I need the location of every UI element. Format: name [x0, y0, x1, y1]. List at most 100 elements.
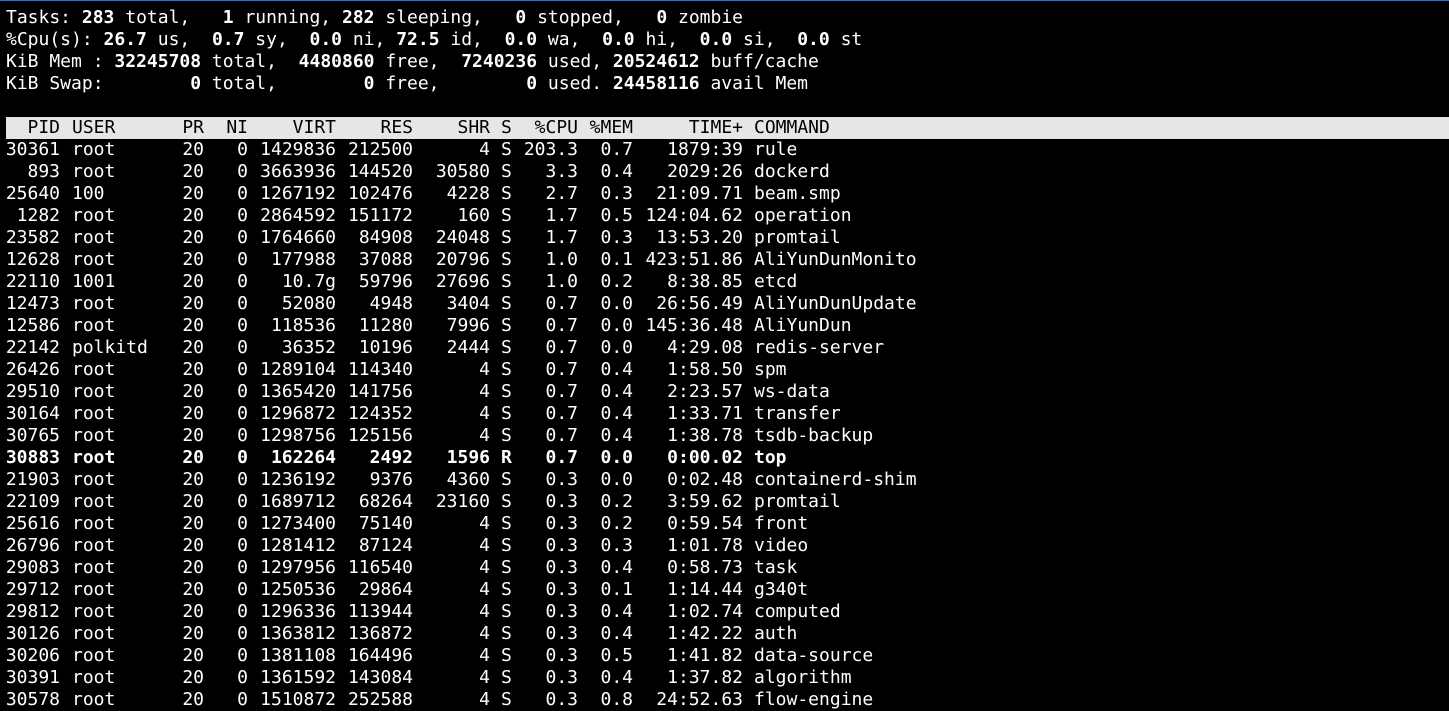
- process-shr: 4228: [446, 183, 490, 204]
- process-time: 1:01.78: [667, 535, 743, 556]
- process-time: 0:58.73: [667, 557, 743, 578]
- process-row[interactable]: 29712 root 20 0 1250536 29864 4 S 0.3 0.1 1:14.44 g…: [0, 579, 1449, 601]
- process-cpu: 0.7: [545, 447, 578, 468]
- process-cpu: 0.3: [545, 601, 578, 622]
- process-row[interactable]: 30391 root 20 0 1361592 143084 4 S 0.3 0.4 1:37.82…: [0, 667, 1449, 689]
- process-row[interactable]: 22110 1001 20 0 10.7g 59796 27696 S 1.0 0.2 8:38.8…: [0, 271, 1449, 293]
- process-res: 37088: [358, 249, 413, 270]
- process-shr: 4: [479, 535, 490, 556]
- process-command: front: [754, 513, 809, 534]
- process-shr: 24048: [435, 227, 490, 248]
- process-pid: 25640: [5, 183, 60, 204]
- tasks-running: 1: [222, 7, 234, 28]
- process-shr: 4: [479, 139, 490, 160]
- process-row[interactable]: 29510 root 20 0 1365420 141756 4 S 0.7 0.4 2:23.57…: [0, 381, 1449, 403]
- process-shr: 4: [479, 513, 490, 534]
- process-row[interactable]: 30765 root 20 0 1298756 125156 4 S 0.7 0.4 1:38.78…: [0, 425, 1449, 447]
- process-pid: 30765: [5, 425, 60, 446]
- column-header-command: COMMAND: [754, 117, 830, 138]
- process-mem: 0.2: [600, 491, 633, 512]
- process-res: 29864: [358, 579, 413, 600]
- process-time: 21:09.71: [656, 183, 743, 204]
- process-command: auth: [754, 623, 798, 644]
- process-cpu: 0.7: [545, 293, 578, 314]
- swap-total: 0: [190, 73, 202, 94]
- process-res: 136872: [347, 623, 413, 644]
- process-list[interactable]: 30361 root 20 0 1429836 212500 4 S 203.3 0.7 1879:…: [0, 139, 1449, 711]
- swap-free: 0: [363, 73, 375, 94]
- process-row[interactable]: 26796 root 20 0 1281412 87124 4 S 0.3 0.3 1:01.78 v…: [0, 535, 1449, 557]
- process-row[interactable]: 30164 root 20 0 1296872 124352 4 S 0.7 0.4 1:33.71…: [0, 403, 1449, 425]
- process-row[interactable]: 22142 polkitd 20 0 36352 10196 2444 S 0.7 0.0 4:29…: [0, 337, 1449, 359]
- process-virt: 1297956: [260, 557, 336, 578]
- process-time: 26:56.49: [656, 293, 743, 314]
- process-row[interactable]: 12586 root 20 0 118536 11280 7996 S 0.7 0.0 145:36…: [0, 315, 1449, 337]
- process-pr: 20: [182, 689, 204, 710]
- process-virt: 1250536: [260, 579, 336, 600]
- process-ni: 0: [237, 645, 248, 666]
- process-state: S: [501, 359, 512, 380]
- process-mem: 0.4: [600, 381, 633, 402]
- process-row[interactable]: 12628 root 20 0 177988 37088 20796 S 1.0 0.1 423:5…: [0, 249, 1449, 271]
- process-state: S: [501, 227, 512, 248]
- process-cpu: 1.7: [545, 227, 578, 248]
- process-shr: 4: [479, 601, 490, 622]
- swap-used: 0: [526, 73, 538, 94]
- process-res: 84908: [358, 227, 413, 248]
- process-state: S: [501, 469, 512, 490]
- process-virt: 3663936: [260, 161, 336, 182]
- process-pid: 22142: [5, 337, 60, 358]
- process-ni: 0: [237, 227, 248, 248]
- process-row[interactable]: 26426 root 20 0 1289104 114340 4 S 0.7 0.4 1:58.50…: [0, 359, 1449, 381]
- process-user: root: [72, 293, 116, 314]
- process-table-header: PID USER PR NI VIRT RES SHR S %CPU %MEM TIME+ COMMA…: [6, 117, 1449, 139]
- process-shr: 4: [479, 667, 490, 688]
- process-row[interactable]: 25616 root 20 0 1273400 75140 4 S 0.3 0.2 0:59.54 f…: [0, 513, 1449, 535]
- column-header-time: TIME+: [688, 117, 743, 138]
- process-time: 1:42.22: [667, 623, 743, 644]
- process-user: root: [72, 557, 116, 578]
- process-cpu: 203.3: [523, 139, 578, 160]
- process-pr: 20: [182, 205, 204, 226]
- process-state: S: [501, 623, 512, 644]
- process-row[interactable]: 12473 root 20 0 52080 4948 3404 S 0.7 0.0 26:56.49…: [0, 293, 1449, 315]
- process-row[interactable]: 29083 root 20 0 1297956 116540 4 S 0.3 0.4 0:58.73…: [0, 557, 1449, 579]
- process-time: 2:23.57: [667, 381, 743, 402]
- process-row[interactable]: 893 root 20 0 3663936 144520 30580 S 3.3 0.4 2029:…: [0, 161, 1449, 183]
- process-shr: 2444: [446, 337, 490, 358]
- process-shr: 23160: [435, 491, 490, 512]
- process-row[interactable]: 22109 root 20 0 1689712 68264 23160 S 0.3 0.2 3:59…: [0, 491, 1449, 513]
- process-row[interactable]: 25640 100 20 0 1267192 102476 4228 S 2.7 0.3 21:09…: [0, 183, 1449, 205]
- process-row[interactable]: 23582 root 20 0 1764660 84908 24048 S 1.7 0.3 13:5…: [0, 227, 1449, 249]
- column-headers: PID USER PR NI VIRT RES SHR S %CPU %MEM TIME+ COMMA…: [6, 117, 1449, 139]
- process-command: task: [754, 557, 798, 578]
- process-res: 2492: [369, 447, 413, 468]
- process-pid: 30883: [5, 447, 60, 468]
- process-time: 1:33.71: [667, 403, 743, 424]
- process-row[interactable]: 30578 root 20 0 1510872 252588 4 S 0.3 0.8 24:52.6…: [0, 689, 1449, 711]
- process-row[interactable]: 30361 root 20 0 1429836 212500 4 S 203.3 0.7 1879:…: [0, 139, 1449, 161]
- process-mem: 0.2: [600, 271, 633, 292]
- process-pr: 20: [182, 579, 204, 600]
- process-row[interactable]: 30206 root 20 0 1381108 164496 4 S 0.3 0.5 1:41.82…: [0, 645, 1449, 667]
- process-time: 1:02.74: [667, 601, 743, 622]
- process-row[interactable]: 21903 root 20 0 1236192 9376 4360 S 0.3 0.0 0:02.4…: [0, 469, 1449, 491]
- process-cpu: 1.0: [545, 271, 578, 292]
- process-ni: 0: [237, 425, 248, 446]
- process-row[interactable]: 30883 root 20 0 162264 2492 1596 R 0.7 0.0 0:00.02…: [0, 447, 1449, 469]
- process-row[interactable]: 1282 root 20 0 2864592 151172 160 S 1.7 0.5 124:04…: [0, 205, 1449, 227]
- process-pid: 1282: [16, 205, 60, 226]
- process-row[interactable]: 29812 root 20 0 1296336 113944 4 S 0.3 0.4 1:02.74…: [0, 601, 1449, 623]
- mem-buff-cache: 20524612: [612, 51, 700, 72]
- process-ni: 0: [237, 447, 248, 468]
- process-user: root: [72, 227, 116, 248]
- process-virt: 118536: [270, 315, 336, 336]
- process-time: 24:52.63: [656, 689, 743, 710]
- column-header-pid: PID: [27, 117, 60, 138]
- process-mem: 0.5: [600, 645, 633, 666]
- process-row[interactable]: 30126 root 20 0 1363812 136872 4 S 0.3 0.4 1:42.22…: [0, 623, 1449, 645]
- process-virt: 1281412: [260, 535, 336, 556]
- process-cpu: 2.7: [545, 183, 578, 204]
- terminal-window[interactable]: Tasks: 283 total, 1 running, 282 sleepin…: [0, 0, 1449, 710]
- process-mem: 0.4: [600, 557, 633, 578]
